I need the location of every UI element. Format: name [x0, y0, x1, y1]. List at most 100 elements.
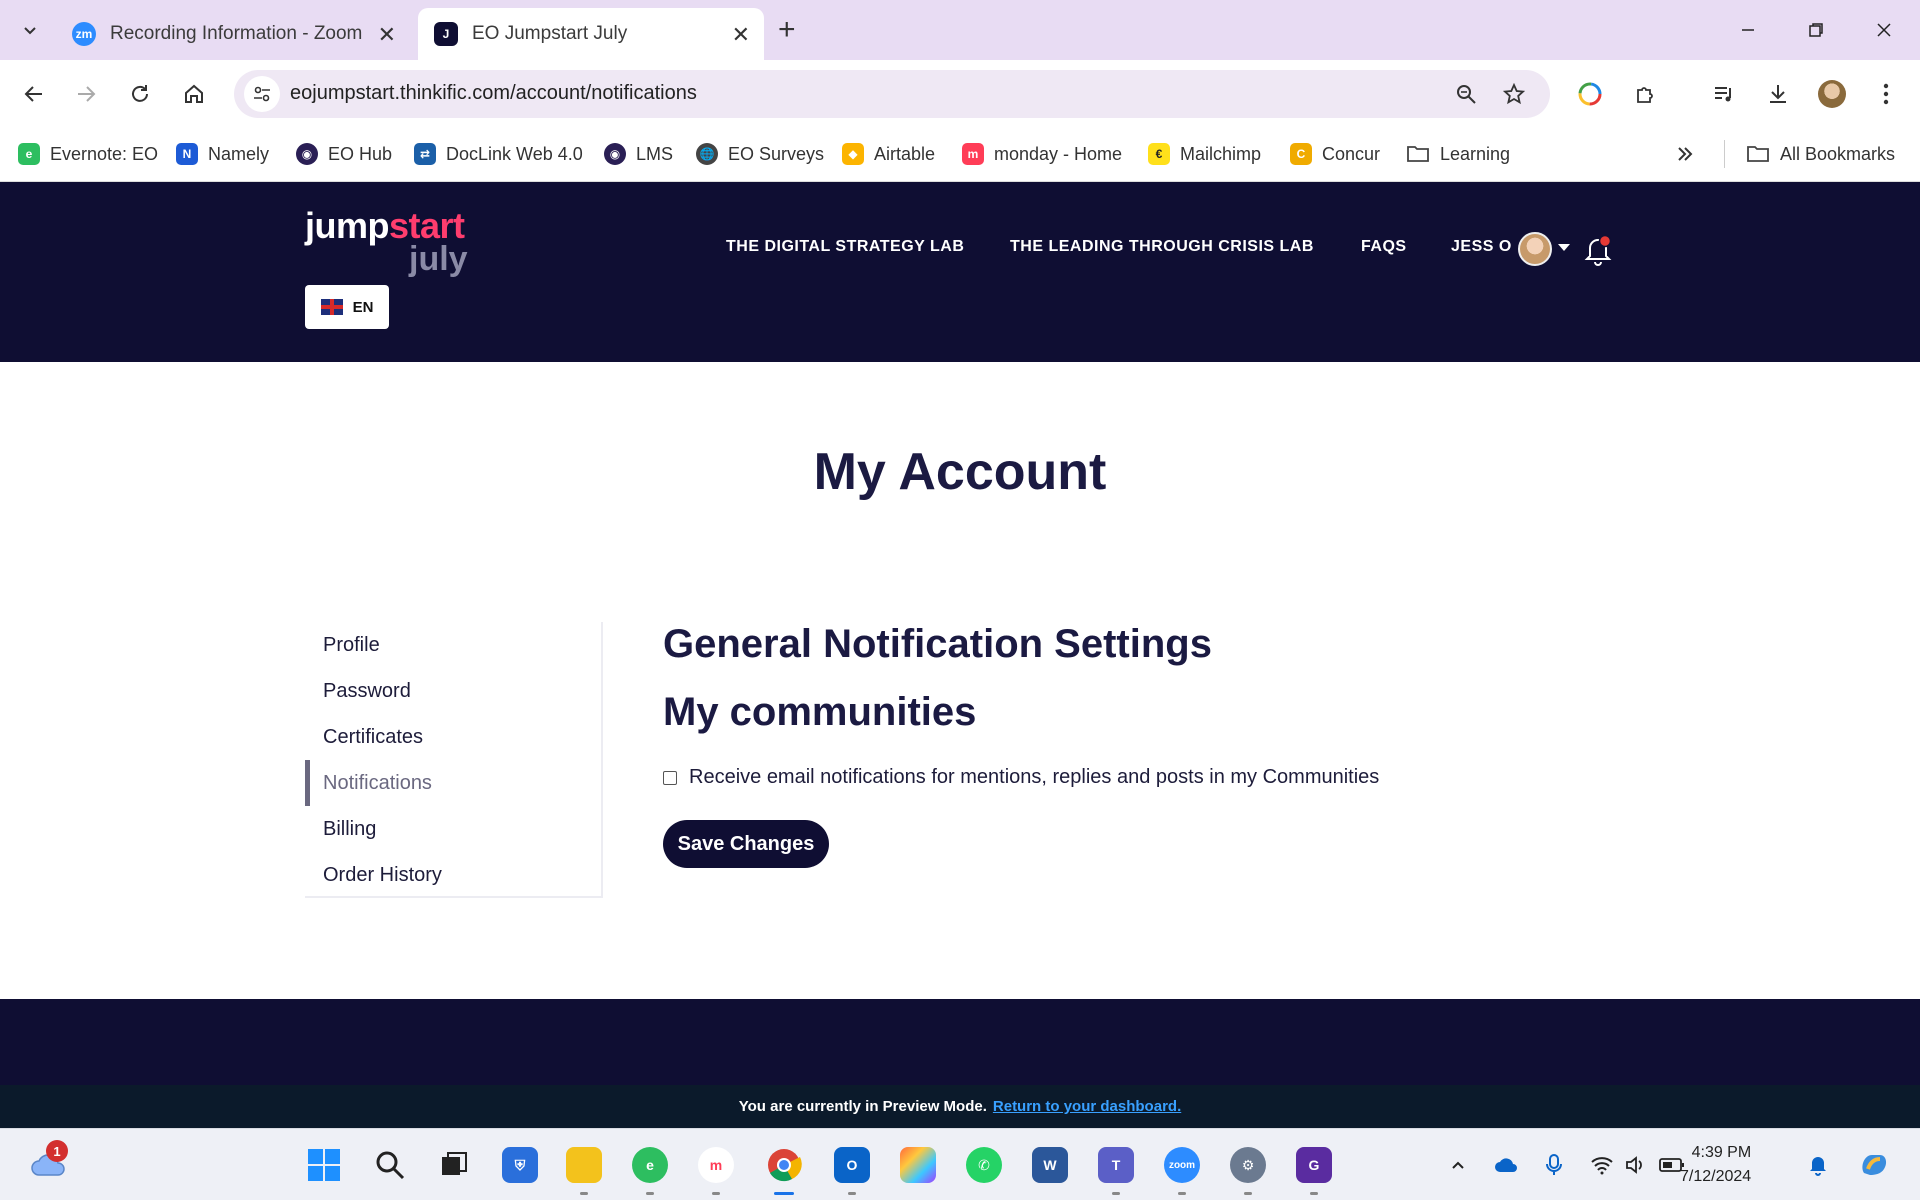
language-selector[interactable]: EN: [305, 285, 389, 329]
taskbar-evernote[interactable]: e: [628, 1143, 672, 1195]
bookmark-lms[interactable]: ◉ LMS: [604, 138, 673, 170]
tab-search-button[interactable]: [10, 12, 50, 48]
windows-logo-icon: [308, 1149, 340, 1181]
bookmark-eo-surveys[interactable]: 🌐 EO Surveys: [696, 138, 824, 170]
close-tab-icon[interactable]: ✕: [732, 22, 750, 48]
page-title: My Account: [813, 443, 1107, 501]
return-to-dashboard-link[interactable]: Return to your dashboard.: [993, 1098, 1181, 1115]
taskbar-photos[interactable]: [896, 1143, 940, 1187]
taskbar-teams[interactable]: T: [1094, 1143, 1138, 1195]
browser-menu-button[interactable]: [1866, 74, 1906, 114]
user-menu-name[interactable]: JESS O: [1451, 238, 1512, 256]
word-icon: W: [1032, 1147, 1068, 1183]
taskbar-defender[interactable]: ⛨: [498, 1143, 542, 1187]
tab-recording-information[interactable]: zm Recording Information - Zoom ✕: [56, 8, 410, 60]
restore-button[interactable]: [1786, 10, 1846, 50]
airtable-icon: ◆: [842, 143, 864, 165]
tray-microphone[interactable]: [1540, 1151, 1568, 1179]
taskbar-app-g[interactable]: G: [1292, 1143, 1336, 1195]
sidebar-item-notifications[interactable]: Notifications: [305, 760, 601, 806]
bookmark-airtable[interactable]: ◆ Airtable: [842, 138, 935, 170]
taskbar-settings[interactable]: ⚙: [1226, 1143, 1270, 1195]
close-tab-icon[interactable]: ✕: [378, 22, 396, 48]
zoom-button[interactable]: [1446, 74, 1486, 114]
address-bar[interactable]: eojumpstart.thinkific.com/account/notifi…: [234, 70, 1550, 118]
sidebar-item-profile[interactable]: Profile: [305, 622, 601, 668]
taskbar-search-button[interactable]: [368, 1143, 412, 1187]
url-text[interactable]: eojumpstart.thinkific.com/account/notifi…: [290, 82, 697, 105]
tray-volume[interactable]: [1622, 1151, 1650, 1179]
media-controls-button[interactable]: [1704, 74, 1744, 114]
tray-overflow-button[interactable]: [1444, 1151, 1472, 1179]
extension-color-button[interactable]: [1570, 74, 1610, 114]
more-bookmarks-button[interactable]: [1676, 138, 1694, 170]
sidebar-item-certificates[interactable]: Certificates: [305, 714, 601, 760]
speaker-icon: [1626, 1156, 1642, 1174]
bookmark-eo-hub[interactable]: ◉ EO Hub: [296, 138, 392, 170]
preview-mode-bar: You are currently in Preview Mode. Retur…: [0, 1085, 1920, 1128]
sidebar-item-password[interactable]: Password: [305, 668, 601, 714]
sidebar-item-billing[interactable]: Billing: [305, 806, 601, 852]
jumpstart-logo[interactable]: jumpstart july: [305, 205, 468, 277]
save-changes-button[interactable]: Save Changes: [663, 820, 829, 868]
back-button[interactable]: [14, 74, 54, 114]
bookmark-folder-learning[interactable]: Learning: [1406, 138, 1510, 170]
notification-bell-icon[interactable]: [1582, 234, 1614, 268]
community-email-checkbox[interactable]: [663, 770, 677, 785]
user-avatar[interactable]: [1518, 232, 1552, 266]
user-menu-caret-icon[interactable]: [1558, 244, 1570, 251]
nav-faqs[interactable]: FAQS: [1361, 238, 1407, 256]
home-button[interactable]: [174, 74, 214, 114]
bookmark-label: monday - Home: [994, 143, 1123, 164]
downloads-button[interactable]: [1758, 74, 1798, 114]
bookmark-concur[interactable]: C Concur: [1290, 138, 1380, 170]
bookmark-doclink[interactable]: ⇄ DocLink Web 4.0: [414, 138, 583, 170]
tab-title: Recording Information - Zoom: [110, 23, 363, 44]
bookmark-label: Namely: [208, 143, 270, 164]
logo-text-jump: jump: [305, 205, 390, 246]
taskbar-zoom[interactable]: zoom: [1160, 1143, 1204, 1195]
taskbar-file-explorer[interactable]: [562, 1143, 606, 1195]
taskbar-clock[interactable]: 4:39 PM 7/12/2024: [1680, 1141, 1751, 1189]
site-header: jumpstart july EN THE DIGITAL STRATEGY L…: [0, 182, 1920, 362]
minimize-button[interactable]: [1718, 10, 1778, 50]
start-button[interactable]: [302, 1143, 346, 1187]
tray-copilot[interactable]: [1856, 1151, 1892, 1179]
extensions-button[interactable]: [1626, 74, 1666, 114]
back-arrow-icon: [24, 86, 42, 102]
site-info-button[interactable]: [244, 76, 280, 112]
tray-wifi[interactable]: [1588, 1151, 1616, 1179]
bookmark-label: EO Surveys: [728, 143, 825, 164]
forward-button[interactable]: [66, 74, 106, 114]
bookmark-mailchimp[interactable]: € Mailchimp: [1148, 138, 1261, 170]
taskbar-whatsapp[interactable]: ✆: [962, 1143, 1006, 1187]
tab-title: EO Jumpstart July: [472, 23, 628, 44]
bookmark-evernote[interactable]: e Evernote: EO: [18, 138, 158, 170]
account-main: My Account Profile Password Certificates…: [0, 362, 1920, 999]
nav-leading-through-crisis-lab[interactable]: THE LEADING THROUGH CRISIS LAB: [1010, 238, 1314, 256]
taskbar-outlook[interactable]: O: [830, 1143, 874, 1195]
taskbar-word[interactable]: W: [1028, 1143, 1072, 1187]
nav-digital-strategy-lab[interactable]: THE DIGITAL STRATEGY LAB: [726, 238, 964, 256]
tray-onedrive[interactable]: [1492, 1151, 1520, 1179]
home-icon: [185, 84, 203, 103]
bookmark-star-button[interactable]: [1494, 74, 1534, 114]
reload-button[interactable]: [120, 74, 160, 114]
browser-tab-bar: zm Recording Information - Zoom ✕ J EO J…: [0, 0, 1920, 60]
tray-notifications[interactable]: [1804, 1151, 1832, 1179]
close-window-button[interactable]: [1854, 10, 1914, 50]
all-bookmarks-button[interactable]: All Bookmarks: [1746, 138, 1895, 170]
sidebar-item-order-history[interactable]: Order History: [305, 852, 601, 898]
bookmark-namely[interactable]: N Namely: [176, 138, 269, 170]
new-tab-button[interactable]: +: [778, 14, 796, 46]
tune-icon: [254, 86, 270, 102]
community-email-notification-option[interactable]: Receive email notifications for mentions…: [663, 766, 1379, 789]
taskbar-monday[interactable]: m: [694, 1143, 738, 1195]
lms-icon: ◉: [604, 143, 626, 165]
taskbar-chrome[interactable]: [762, 1143, 806, 1195]
bookmark-monday[interactable]: m monday - Home: [962, 138, 1122, 170]
playlist-icon: [1715, 87, 1731, 102]
task-view-button[interactable]: [432, 1143, 476, 1187]
profile-button[interactable]: [1812, 74, 1852, 114]
tab-eo-jumpstart-july[interactable]: J EO Jumpstart July ✕: [418, 8, 764, 60]
